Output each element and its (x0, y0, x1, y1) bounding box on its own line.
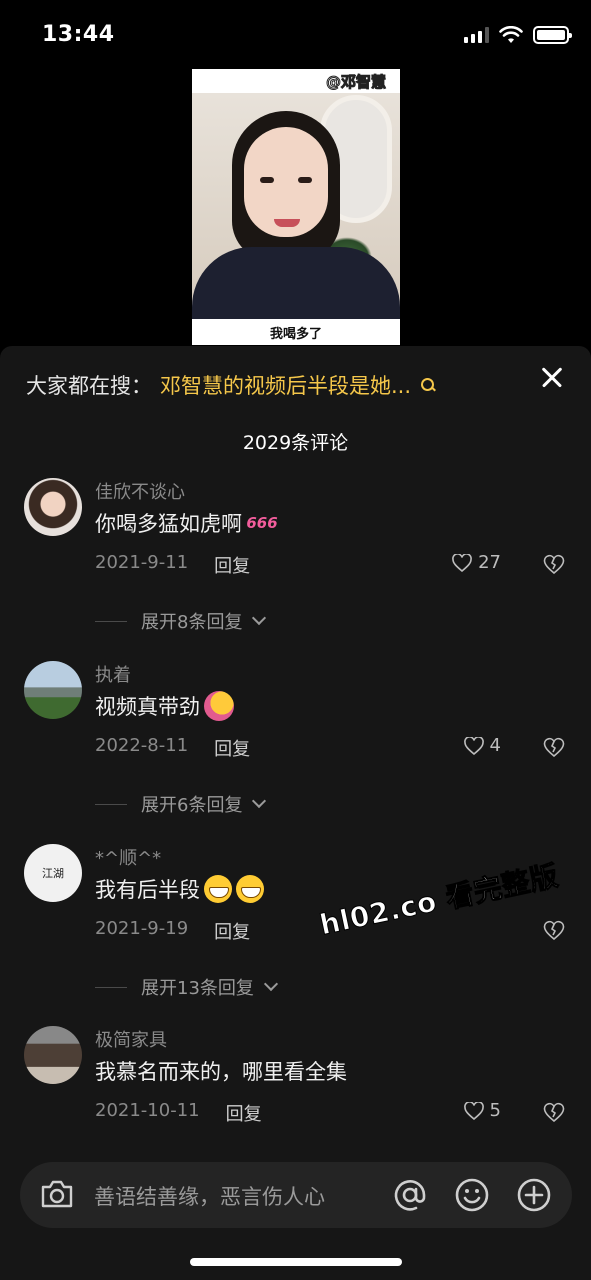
status-icons (464, 26, 572, 44)
search-prefix: 大家都在搜： (26, 374, 152, 398)
comment-body: 视频真带劲 (95, 695, 200, 719)
comment-item: 极简家具 我慕名而来的，哪里看全集 2021-10-11 回复 5 (0, 1026, 591, 1156)
comment-count: 2029条评论 (242, 432, 349, 454)
comment-body: 我有后半段 (95, 878, 200, 902)
home-indicator[interactable] (190, 1258, 402, 1266)
reply-button[interactable]: 回复 (214, 552, 250, 578)
video-caption: 我喝多了 (269, 326, 322, 342)
comment-item: 江湖 *^顺^* 我有后半段 2021-9-19 回复 展开13条回复 (0, 844, 591, 999)
broken-heart-icon[interactable] (543, 1102, 565, 1122)
comment-body: 你喝多猛如虎啊 (95, 512, 242, 536)
comment-date: 2021-9-11 (95, 552, 189, 573)
battery-icon (533, 26, 572, 44)
like-count: 27 (478, 552, 501, 573)
avatar[interactable] (24, 478, 82, 536)
reply-button[interactable]: 回复 (226, 1100, 262, 1126)
comment-input[interactable]: 善语结善缘，恶言伤人心 (94, 1181, 325, 1211)
avatar[interactable] (24, 661, 82, 719)
comment-username[interactable]: 极简家具 (95, 1026, 167, 1052)
camera-icon[interactable] (40, 1179, 74, 1209)
expand-label: 展开6条回复 (141, 795, 243, 816)
avatar[interactable]: 江湖 (24, 844, 82, 902)
grin-icon (236, 875, 264, 903)
emoji-icon[interactable] (454, 1177, 490, 1213)
comment-username[interactable]: *^顺^* (95, 844, 161, 870)
grin-icon (204, 875, 232, 903)
reply-button[interactable]: 回复 (214, 735, 250, 761)
comment-text: 视频真带劲 (95, 691, 234, 721)
status-time: 13:44 (42, 22, 115, 47)
video-watermark: @邓智慧 (325, 73, 386, 92)
comment-username[interactable]: 执着 (95, 661, 131, 687)
wifi-icon (499, 26, 523, 43)
comment-item: 执着 视频真带劲 2022-8-11 回复 4 展开6条回复 (0, 661, 591, 816)
chevron-down-icon (252, 793, 267, 809)
broken-heart-icon[interactable] (543, 554, 565, 574)
comment-body: 我慕名而来的，哪里看全集 (95, 1060, 347, 1084)
expand-replies[interactable]: 展开8条回复 (95, 608, 267, 634)
expand-label: 展开13条回复 (141, 978, 254, 999)
signal-icon (464, 27, 489, 43)
comment-date: 2022-8-11 (95, 735, 189, 756)
broken-heart-icon[interactable] (543, 737, 565, 757)
heart-icon (463, 736, 484, 755)
comment-input-bar[interactable]: 善语结善缘，恶言伤人心 (20, 1162, 572, 1228)
comment-meta: 2021-9-11 回复 (95, 552, 250, 578)
comment-text: 你喝多猛如虎啊 666 (95, 508, 278, 538)
search-icon (421, 378, 435, 392)
thumbs-up-icon (204, 691, 234, 721)
like-button[interactable]: 5 (463, 1100, 501, 1121)
comment-meta: 2022-8-11 回复 (95, 735, 250, 761)
avatar[interactable] (24, 1026, 82, 1084)
expand-label: 展开8条回复 (141, 612, 243, 633)
comment-date: 2021-10-11 (95, 1100, 200, 1121)
comment-date: 2021-9-19 (95, 918, 189, 939)
comment-meta: 2021-9-19 回复 (95, 918, 250, 944)
expand-replies[interactable]: 展开13条回复 (95, 974, 278, 1000)
avatar-text: 江湖 (42, 867, 64, 880)
at-icon[interactable] (392, 1177, 428, 1213)
trending-search[interactable]: 大家都在搜： 邓智慧的视频后半段是她... (26, 370, 435, 400)
like-button[interactable]: 4 (463, 735, 501, 756)
broken-heart-icon[interactable] (543, 920, 565, 940)
heart-icon (463, 1101, 484, 1120)
expand-replies[interactable]: 展开6条回复 (95, 791, 267, 817)
status-bar: 13:44 (0, 0, 591, 70)
comment-username[interactable]: 佳欣不谈心 (95, 478, 185, 504)
heart-icon (452, 553, 472, 572)
plus-icon[interactable] (516, 1177, 552, 1213)
chevron-down-icon (252, 610, 267, 626)
video-preview[interactable]: @邓智慧 我喝多了 (192, 69, 400, 345)
emoji-666-icon: 666 (246, 514, 278, 532)
comment-sheet: 大家都在搜： 邓智慧的视频后半段是她... 2029条评论 佳欣不谈心 你喝多猛… (0, 346, 591, 1280)
comment-meta: 2021-10-11 回复 (95, 1100, 262, 1126)
like-button[interactable]: 27 (452, 552, 501, 573)
comment-text: 我慕名而来的，哪里看全集 (95, 1056, 347, 1086)
comment-text: 我有后半段 (95, 874, 264, 904)
close-icon[interactable] (541, 366, 563, 388)
reply-button[interactable]: 回复 (214, 918, 250, 944)
like-count: 5 (489, 1100, 501, 1121)
search-term[interactable]: 邓智慧的视频后半段是她... (160, 370, 411, 400)
chevron-down-icon (263, 976, 278, 992)
like-count: 4 (489, 735, 501, 756)
comment-item: 佳欣不谈心 你喝多猛如虎啊 666 2021-9-11 回复 27 展开8条回复 (0, 478, 591, 633)
